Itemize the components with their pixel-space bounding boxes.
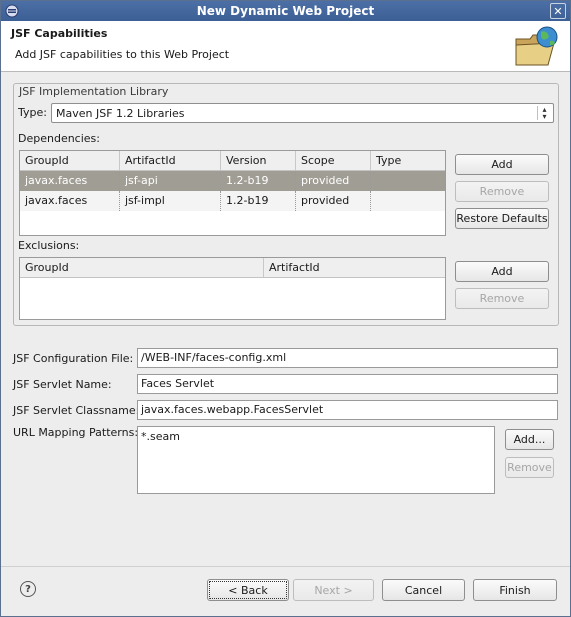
cancel-button[interactable]: Cancel <box>382 579 465 601</box>
exclusions-table[interactable]: GroupId ArtifactId <box>19 257 446 320</box>
column-header[interactable]: ArtifactId <box>264 258 445 277</box>
group-legend: JSF Implementation Library <box>17 85 171 98</box>
table-cell: javax.faces <box>20 171 120 191</box>
column-header[interactable]: Version <box>221 151 296 170</box>
footer-divider <box>1 566 570 567</box>
page-description: Add JSF capabilities to this Web Project <box>15 48 230 61</box>
column-header[interactable]: GroupId <box>20 151 120 170</box>
next-button[interactable]: Next > <box>293 579 374 601</box>
exclusion-remove-button[interactable]: Remove <box>455 288 549 309</box>
table-row[interactable]: javax.faces jsf-api 1.2-b19 provided <box>20 171 445 191</box>
table-cell: provided <box>296 191 371 211</box>
finish-button[interactable]: Finish <box>473 579 557 601</box>
type-label: Type: <box>18 106 47 119</box>
exclusion-add-button[interactable]: Add <box>455 261 549 282</box>
servlet-classname-field[interactable]: javax.faces.webapp.FacesServlet <box>137 400 558 420</box>
dependency-add-button[interactable]: Add <box>455 154 549 175</box>
window-title: New Dynamic Web Project <box>196 4 375 18</box>
type-combo[interactable]: Maven JSF 1.2 Libraries ▴ ▾ <box>51 103 554 123</box>
table-cell: jsf-impl <box>120 191 221 211</box>
url-patterns-list[interactable]: *.seam <box>137 426 495 494</box>
dependencies-table[interactable]: GroupId ArtifactId Version Scope Type ja… <box>19 150 446 236</box>
help-icon[interactable]: ? <box>20 581 36 597</box>
table-cell: 1.2-b19 <box>221 171 296 191</box>
restore-defaults-button[interactable]: Restore Defaults <box>455 208 549 229</box>
dependency-remove-button[interactable]: Remove <box>455 181 549 202</box>
page-title: JSF Capabilities <box>11 27 108 40</box>
url-pattern-add-button[interactable]: Add... <box>505 429 554 450</box>
table-cell: provided <box>296 171 371 191</box>
table-header: GroupId ArtifactId <box>20 258 445 278</box>
table-cell: 1.2-b19 <box>221 191 296 211</box>
column-header[interactable]: Type <box>371 151 445 170</box>
servlet-name-field[interactable]: Faces Servlet <box>137 374 558 394</box>
dialog-window: New Dynamic Web Project ✕ JSF Capabiliti… <box>0 0 571 617</box>
dependencies-label: Dependencies: <box>18 132 100 145</box>
wizard-header: JSF Capabilities Add JSF capabilities to… <box>1 21 570 72</box>
table-cell: javax.faces <box>20 191 120 211</box>
combo-updown-icon: ▴ ▾ <box>537 106 551 121</box>
table-cell <box>371 171 445 191</box>
config-file-label: JSF Configuration File: <box>13 352 134 365</box>
config-file-field[interactable]: /WEB-INF/faces-config.xml <box>137 348 558 368</box>
web-project-folder-globe-icon <box>515 26 558 66</box>
table-header: GroupId ArtifactId Version Scope Type <box>20 151 445 171</box>
back-button[interactable]: < Back <box>207 579 289 601</box>
list-item[interactable]: *.seam <box>141 430 491 443</box>
url-pattern-remove-button[interactable]: Remove <box>505 457 554 478</box>
column-header[interactable]: Scope <box>296 151 371 170</box>
title-bar: New Dynamic Web Project ✕ <box>1 1 570 21</box>
table-cell: jsf-api <box>120 171 221 191</box>
servlet-classname-label: JSF Servlet Classname: <box>13 404 140 417</box>
url-patterns-label: URL Mapping Patterns: <box>13 426 139 439</box>
exclusions-label: Exclusions: <box>18 239 80 252</box>
servlet-name-label: JSF Servlet Name: <box>13 378 112 391</box>
table-row[interactable]: javax.faces jsf-impl 1.2-b19 provided <box>20 191 445 211</box>
close-icon[interactable]: ✕ <box>550 3 566 19</box>
column-header[interactable]: GroupId <box>20 258 264 277</box>
eclipse-window-icon <box>5 4 19 18</box>
column-header[interactable]: ArtifactId <box>120 151 221 170</box>
type-combo-value: Maven JSF 1.2 Libraries <box>56 106 185 120</box>
table-cell <box>371 191 445 211</box>
